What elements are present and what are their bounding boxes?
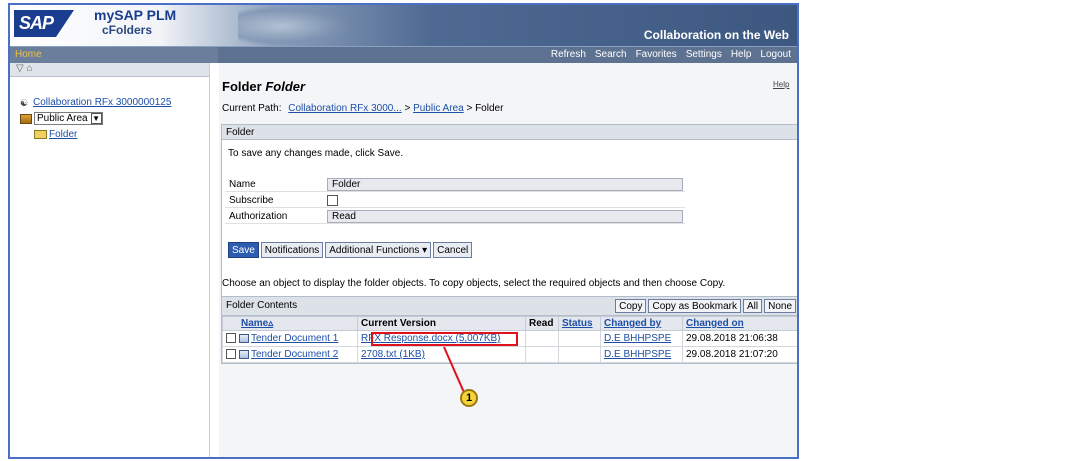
- name-label: Name: [229, 178, 256, 190]
- copy-as-bookmark-button[interactable]: Copy as Bookmark: [648, 299, 741, 313]
- notifications-button[interactable]: Notifications: [260, 242, 324, 258]
- app-header: SAP mySAP PLM cFolders Collaboration on …: [10, 5, 797, 46]
- row-changed-by-cell: D.E BHHPSPE: [600, 330, 683, 347]
- top-nav: Refresh Search Favorites Settings Help L…: [551, 49, 791, 60]
- breadcrumb-public-area[interactable]: Public Area: [413, 103, 464, 114]
- public-area-icon: [20, 113, 32, 124]
- product-name: mySAP PLM cFolders: [94, 8, 176, 38]
- document-icon: [239, 333, 249, 343]
- folder-contents-actions: Copy Copy as Bookmark All None: [615, 299, 796, 313]
- highlight-box: [371, 332, 518, 346]
- main-content: Folder Folder Help Current Path: Collabo…: [219, 63, 797, 457]
- select-none-button[interactable]: None: [764, 299, 796, 313]
- row-version-link[interactable]: 2708.txt (1KB): [361, 349, 425, 360]
- tree-item-area: Public Area ▼: [20, 112, 103, 125]
- row-read-cell: [525, 330, 559, 347]
- menu-bar: Home Refresh Search Favorites Settings H…: [10, 46, 797, 63]
- home-tab[interactable]: Home: [10, 47, 218, 63]
- row-changed-by-cell: D.E BHHPSPE: [600, 346, 683, 363]
- folder-panel: Folder To save any changes made, click S…: [221, 124, 797, 300]
- col-name[interactable]: Name▵: [222, 316, 358, 331]
- row-checkbox[interactable]: [226, 349, 236, 360]
- row-checkbox[interactable]: [226, 333, 236, 344]
- folder-contents-title: Folder Contents: [226, 300, 298, 311]
- row-read-cell: [525, 346, 559, 363]
- subscribe-checkbox[interactable]: [327, 194, 338, 206]
- sap-logo-text: SAP: [19, 13, 54, 33]
- tree-root-label[interactable]: Collaboration RFx 3000000125: [33, 97, 171, 108]
- row-name-cell: Tender Document 1: [222, 330, 358, 347]
- row-version-cell: 2708.txt (1KB): [357, 346, 526, 363]
- save-hint: To save any changes made, click Save.: [228, 148, 404, 159]
- breadcrumb-current: > Folder: [463, 103, 504, 114]
- subscribe-row: Subscribe: [225, 193, 685, 208]
- area-select-value: Public Area: [37, 113, 88, 124]
- breadcrumb-label: Current Path:: [222, 103, 282, 114]
- col-changed-on[interactable]: Changed on: [682, 316, 797, 331]
- settings-link[interactable]: Settings: [686, 49, 722, 60]
- row-status-cell: [558, 346, 601, 363]
- name-field: Folder: [327, 177, 683, 191]
- browser-window: SAP mySAP PLM cFolders Collaboration on …: [8, 3, 799, 459]
- page-title: Folder Folder: [222, 79, 305, 94]
- callout-marker: 1: [460, 389, 478, 407]
- help-link[interactable]: Help: [731, 49, 752, 60]
- product-line2: cFolders: [102, 23, 153, 37]
- collaboration-icon: ☯: [20, 97, 29, 108]
- product-line1: mySAP PLM: [94, 7, 177, 23]
- logout-link[interactable]: Logout: [760, 49, 791, 60]
- row-changed-by-link[interactable]: D.E BHHPSPE: [604, 349, 671, 360]
- save-button[interactable]: Save: [228, 242, 259, 258]
- breadcrumb: Current Path: Collaboration RFx 3000... …: [222, 103, 503, 114]
- table-row: Tender Document 2 2708.txt (1KB) D.E BHH…: [222, 346, 797, 363]
- row-name-link[interactable]: Tender Document 1: [251, 333, 338, 344]
- cancel-button[interactable]: Cancel: [433, 242, 473, 258]
- row-changed-on-cell: 29.08.2018 21:07:20: [682, 346, 797, 363]
- select-all-button[interactable]: All: [742, 299, 763, 313]
- header-graphic: [238, 7, 348, 45]
- tree-toolbar[interactable]: ▽ ⌂: [10, 63, 209, 77]
- row-changed-on-cell: 29.08.2018 21:06:38: [682, 330, 797, 347]
- page-title-name: Folder: [265, 79, 306, 94]
- authorization-label: Authorization: [229, 210, 288, 222]
- col-read: Read: [525, 316, 559, 331]
- row-changed-by-link[interactable]: D.E BHHPSPE: [604, 333, 671, 344]
- refresh-link[interactable]: Refresh: [551, 49, 586, 60]
- tree-item-root[interactable]: ☯ Collaboration RFx 3000000125: [20, 97, 171, 108]
- folder-panel-header: Folder: [222, 125, 797, 140]
- tree-item-folder[interactable]: Folder: [34, 129, 77, 140]
- breadcrumb-sep: >: [401, 103, 414, 114]
- folder-contents-header: Folder Contents Copy Copy as Bookmark Al…: [222, 297, 797, 316]
- tagline: Collaboration on the Web: [643, 28, 789, 42]
- tree-folder-label[interactable]: Folder: [49, 129, 77, 140]
- table-header-row: Name▵ Current Version Read Status Change…: [222, 316, 797, 331]
- authorization-field: Read: [327, 209, 683, 223]
- col-status[interactable]: Status: [558, 316, 601, 331]
- row-name-link[interactable]: Tender Document 2: [251, 349, 338, 360]
- breadcrumb-collaboration[interactable]: Collaboration RFx 3000...: [288, 103, 401, 114]
- document-icon: [239, 349, 249, 359]
- additional-functions-button[interactable]: Additional Functions ▾: [325, 242, 432, 258]
- col-current-version: Current Version: [357, 316, 526, 331]
- authorization-row: Authorization Read: [225, 209, 685, 224]
- col-changed-by[interactable]: Changed by: [600, 316, 683, 331]
- favorites-link[interactable]: Favorites: [636, 49, 677, 60]
- area-select[interactable]: Public Area ▼: [34, 112, 103, 125]
- search-link[interactable]: Search: [595, 49, 627, 60]
- folder-buttons: Save Notifications Additional Functions …: [228, 242, 473, 258]
- name-row: Name Folder: [225, 177, 685, 192]
- instructions: Choose an object to display the folder o…: [222, 278, 726, 289]
- subscribe-label: Subscribe: [229, 194, 274, 206]
- page-help-link[interactable]: Help: [773, 80, 789, 89]
- folder-contents: Folder Contents Copy Copy as Bookmark Al…: [221, 296, 797, 407]
- folder-icon: [34, 130, 47, 139]
- screen: SAP mySAP PLM cFolders Collaboration on …: [0, 0, 1080, 461]
- page-title-prefix: Folder: [222, 79, 262, 94]
- chevron-down-icon[interactable]: ▼: [90, 113, 102, 124]
- sap-logo: SAP: [14, 10, 74, 37]
- left-nav: ▽ ⌂ ☯ Collaboration RFx 3000000125 Publi…: [10, 63, 210, 457]
- row-name-cell: Tender Document 2: [222, 346, 358, 363]
- copy-button[interactable]: Copy: [615, 299, 647, 313]
- row-status-cell: [558, 330, 601, 347]
